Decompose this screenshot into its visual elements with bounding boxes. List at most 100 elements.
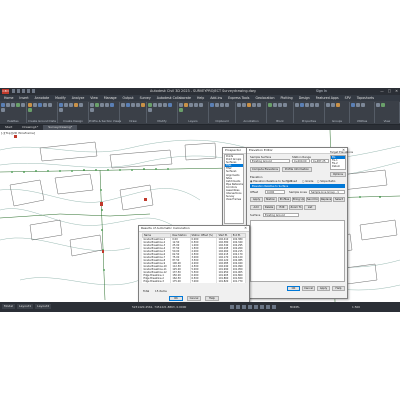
tool-icon[interactable] [220,103,224,107]
profiles-button[interactable]: Profiles [278,197,291,202]
select-button[interactable]: Select [333,197,345,202]
station-from-field[interactable]: 0+000.00 [292,159,310,163]
tool-icon[interactable] [184,103,188,107]
tool-icon[interactable] [273,103,277,107]
column-header-offset[interactable]: Station Offset (%) [189,233,218,238]
tool-icon[interactable] [283,103,287,107]
tool-icon[interactable] [158,103,162,107]
tool-icon[interactable] [215,103,219,107]
tool-icon[interactable] [310,103,314,107]
station-button[interactable]: Station [264,197,277,202]
apply-small-button[interactable]: Apply [250,197,263,202]
tree-item[interactable]: View Frames [225,198,243,201]
target-list[interactable]: EG FG-1 FG-2 Datum [330,155,346,170]
tool-icon[interactable] [121,103,125,107]
grid-icon[interactable] [230,305,234,309]
profile-information-button[interactable]: Profile Information [282,167,312,172]
redo-icon[interactable] [32,89,35,93]
edit-button[interactable]: Edit [276,205,288,210]
add-button[interactable]: Add [250,205,262,210]
tool-icon[interactable] [242,103,246,107]
tool-icon[interactable] [257,103,261,107]
elevation-list-area[interactable] [250,220,345,282]
target-item[interactable]: Datum [331,165,345,168]
options-button[interactable]: Options [330,172,346,177]
tool-icon[interactable] [69,103,73,107]
tool-icon[interactable] [136,103,140,107]
tool-icon[interactable] [64,103,68,107]
tool-icon[interactable] [1,108,5,112]
tool-icon[interactable] [376,103,380,107]
tool-icon[interactable] [168,103,172,107]
tool-icon[interactable] [6,103,10,107]
tool-icon[interactable] [315,103,319,107]
tool-icon[interactable] [95,103,99,107]
tool-icon[interactable] [210,103,214,107]
tool-icon[interactable] [356,103,360,107]
tool-icon[interactable] [28,108,32,112]
tool-icon[interactable] [247,103,251,107]
model-space-label[interactable]: MODEL [290,305,300,309]
results-help-button[interactable]: Help [205,296,219,301]
list-button[interactable]: List [304,205,316,210]
tool-icon[interactable] [179,103,183,107]
radio-grade[interactable]: ○ Grade [302,179,313,183]
annotation-icon[interactable] [266,305,270,309]
results-ok-button[interactable]: OK [169,296,183,301]
tool-icon[interactable] [21,103,25,107]
tool-icon[interactable] [90,108,94,112]
station-to-field[interactable]: 0+487.25 [311,159,329,163]
app-logo[interactable]: C3D [2,89,9,94]
tool-icon[interactable] [351,103,355,107]
tool-icon[interactable] [278,103,282,107]
tool-icon[interactable] [131,103,135,107]
cancel-button[interactable]: Cancel [302,286,315,291]
results-cancel-button[interactable]: Cancel [187,296,201,301]
tool-icon[interactable] [148,103,152,107]
tool-icon[interactable] [90,103,94,107]
tool-icon[interactable] [179,108,183,112]
tool-icon[interactable] [163,103,167,107]
tool-icon[interactable] [252,103,256,107]
close-button[interactable]: ✕ [395,89,398,93]
tree-list[interactable]: Points Point Groups Surfaces TIN1 TIN2 S… [224,154,244,224]
tool-icon[interactable] [28,103,32,107]
new-icon[interactable] [12,89,15,93]
compute-elevations-button[interactable]: Compute Elevations [250,167,280,172]
replace-button[interactable]: Replace [320,197,332,202]
tool-icon[interactable] [331,103,335,107]
tool-icon[interactable] [194,103,198,107]
surface-combo[interactable]: Existing Ground [263,213,299,217]
bring-up-button[interactable]: Bring Up [292,197,305,202]
snap-icon[interactable] [236,305,240,309]
tool-icon[interactable] [79,103,83,107]
ortho-icon[interactable] [242,305,246,309]
layout-tab-model[interactable]: Model [2,304,16,309]
tool-icon[interactable] [300,103,304,107]
tool-icon[interactable] [153,103,157,107]
table-row[interactable]: Edge Breakline-3 175.00 7.000 101.820 101.77… [142,280,247,283]
tool-icon[interactable] [48,103,52,107]
maximize-button[interactable]: □ [388,89,391,93]
tool-icon[interactable] [100,103,104,107]
apply-button[interactable]: Apply [317,286,330,291]
tool-icon[interactable] [38,103,42,107]
lineweight-icon[interactable] [260,305,264,309]
tool-icon[interactable] [59,108,63,112]
close-icon[interactable]: ✕ [244,226,247,231]
offset-field[interactable]: 0.000 [265,190,285,194]
undo-icon[interactable] [27,89,30,93]
radio-relative[interactable]: ◉ Elevation Relative to Surface [250,179,292,183]
tool-icon[interactable] [110,103,114,107]
tool-icon[interactable] [189,103,193,107]
sample-lines-field[interactable]: Sample Line Group - 1 [309,190,345,194]
help-button[interactable]: Help [332,286,345,291]
tool-icon[interactable] [268,103,272,107]
osnap-icon[interactable] [254,305,258,309]
tool-icon[interactable] [336,103,340,107]
layout-tab-2[interactable]: Layout2 [35,304,52,309]
tool-icon[interactable] [295,103,299,107]
ok-button[interactable]: OK [287,286,300,291]
layout-tab-1[interactable]: Layout1 [17,304,34,309]
tool-icon[interactable] [326,103,330,107]
